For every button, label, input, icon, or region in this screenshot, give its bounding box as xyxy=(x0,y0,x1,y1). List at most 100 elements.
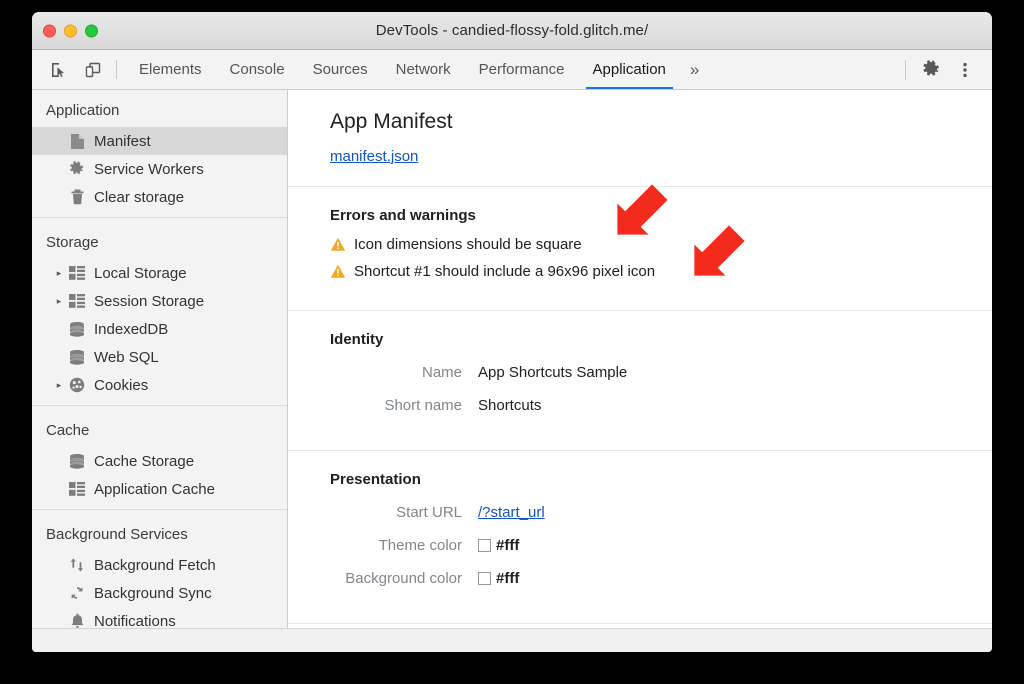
sidebar-item-application-cache[interactable]: ▸ Application Cache xyxy=(32,475,287,503)
sidebar-item-manifest[interactable]: ▸ Manifest xyxy=(32,127,287,155)
sidebar-group-header: Cache xyxy=(32,414,287,447)
sidebar-group-application: Application ▸ Manifest ▸ Service Workers xyxy=(32,94,287,217)
chevron-right-icon[interactable]: ▸ xyxy=(52,296,66,307)
trash-icon xyxy=(66,189,88,205)
chevron-right-icon[interactable]: ▸ xyxy=(52,268,66,279)
field-label: Short name xyxy=(330,397,478,414)
tab-label: Elements xyxy=(139,61,202,78)
tab-performance[interactable]: Performance xyxy=(465,50,579,89)
field-theme-color: Theme color #fff xyxy=(330,537,992,554)
sidebar-item-cache-storage[interactable]: ▸ Cache Storage xyxy=(32,447,287,475)
table-icon xyxy=(66,482,88,496)
sidebar-group-header: Application xyxy=(32,94,287,127)
sidebar-group-storage: Storage ▸ Local Storage ▸ Session Storag… xyxy=(32,217,287,405)
sidebar-group-header: Background Services xyxy=(32,518,287,551)
warning-text: Icon dimensions should be square xyxy=(354,236,582,253)
warning-triangle-icon xyxy=(330,264,346,279)
window-title: DevTools - candied-flossy-fold.glitch.me… xyxy=(32,22,992,39)
sidebar-item-clear-storage[interactable]: ▸ Clear storage xyxy=(32,183,287,211)
sidebar-item-cookies[interactable]: ▸ Cookies xyxy=(32,371,287,399)
database-icon xyxy=(66,322,88,337)
sidebar-item-label: Background Sync xyxy=(94,585,212,602)
devtools-window: DevTools - candied-flossy-fold.glitch.me… xyxy=(32,12,992,652)
field-value: #fff xyxy=(478,537,519,554)
sidebar-item-label: Web SQL xyxy=(94,349,159,366)
manifest-json-link[interactable]: manifest.json xyxy=(330,148,418,165)
start-url-link[interactable]: /?start_url xyxy=(478,504,545,521)
tab-sources[interactable]: Sources xyxy=(299,50,382,89)
field-label: Theme color xyxy=(330,537,478,554)
sidebar-item-label: Clear storage xyxy=(94,189,184,206)
tab-label: Network xyxy=(396,61,451,78)
tab-application[interactable]: Application xyxy=(579,50,680,89)
devtools-body: Application ▸ Manifest ▸ Service Workers xyxy=(32,90,992,628)
warning-text: Shortcut #1 should include a 96x96 pixel… xyxy=(354,263,655,280)
sidebar-item-web-sql[interactable]: ▸ Web SQL xyxy=(32,343,287,371)
sidebar-group-background-services: Background Services ▸ Background Fetch ▸… xyxy=(32,509,287,628)
toolbar-divider xyxy=(116,60,117,79)
table-icon xyxy=(66,294,88,308)
updown-arrows-icon xyxy=(66,557,88,573)
field-background-color: Background color #fff xyxy=(330,570,992,587)
database-icon xyxy=(66,454,88,469)
sidebar-item-label: Notifications xyxy=(94,613,176,629)
sidebar-group-header: Storage xyxy=(32,226,287,259)
field-value: App Shortcuts Sample xyxy=(478,364,627,381)
window-titlebar: DevTools - candied-flossy-fold.glitch.me… xyxy=(32,12,992,50)
sidebar-item-notifications[interactable]: ▸ Notifications xyxy=(32,607,287,628)
tab-console[interactable]: Console xyxy=(216,50,299,89)
cookie-icon xyxy=(66,377,88,393)
inspect-element-icon[interactable] xyxy=(42,50,76,89)
document-icon xyxy=(66,133,88,150)
device-toolbar-icon[interactable] xyxy=(76,50,110,89)
section-title: Presentation xyxy=(330,471,992,488)
sidebar-group-cache: Cache ▸ Cache Storage ▸ Application Cach… xyxy=(32,405,287,509)
field-label: Start URL xyxy=(330,504,478,521)
sidebar-item-label: Cookies xyxy=(94,377,148,394)
field-value: #fff xyxy=(478,570,519,587)
minimize-button[interactable] xyxy=(64,24,77,37)
table-icon xyxy=(66,266,88,280)
warning-row: Icon dimensions should be square xyxy=(330,236,992,253)
window-footer xyxy=(32,628,992,652)
gear-icon[interactable] xyxy=(914,60,948,79)
sidebar-item-label: Service Workers xyxy=(94,161,204,178)
sidebar-item-label: Session Storage xyxy=(94,293,204,310)
chevron-right-icon[interactable]: ▸ xyxy=(52,380,66,391)
close-button[interactable] xyxy=(43,24,56,37)
devtools-tab-list: Elements Console Sources Network Perform… xyxy=(125,50,709,89)
toolbar-divider-right xyxy=(905,60,906,80)
sidebar-item-local-storage[interactable]: ▸ Local Storage xyxy=(32,259,287,287)
sidebar-item-indexeddb[interactable]: ▸ IndexedDB xyxy=(32,315,287,343)
app-manifest-panel: App Manifest manifest.json Errors and wa… xyxy=(288,90,992,628)
sync-icon xyxy=(66,585,88,601)
tab-label: Sources xyxy=(313,61,368,78)
sidebar-item-service-workers[interactable]: ▸ Service Workers xyxy=(32,155,287,183)
more-vertical-icon[interactable] xyxy=(948,61,982,79)
application-sidebar[interactable]: Application ▸ Manifest ▸ Service Workers xyxy=(32,90,288,628)
gear-icon xyxy=(66,161,88,177)
presentation-section: Presentation Start URL /?start_url Theme… xyxy=(288,451,992,624)
color-swatch[interactable] xyxy=(478,572,491,585)
sidebar-item-background-sync[interactable]: ▸ Background Sync xyxy=(32,579,287,607)
zoom-button[interactable] xyxy=(85,24,98,37)
color-swatch[interactable] xyxy=(478,539,491,552)
tab-overflow-icon[interactable]: » xyxy=(680,50,709,89)
database-icon xyxy=(66,350,88,365)
tab-elements[interactable]: Elements xyxy=(125,50,216,89)
color-value: #fff xyxy=(496,570,519,587)
tab-label: Performance xyxy=(479,61,565,78)
manifest-header-section: App Manifest manifest.json xyxy=(288,90,992,187)
sidebar-item-background-fetch[interactable]: ▸ Background Fetch xyxy=(32,551,287,579)
section-title: Identity xyxy=(330,331,992,348)
color-value: #fff xyxy=(496,537,519,554)
sidebar-item-label: Local Storage xyxy=(94,265,187,282)
tab-network[interactable]: Network xyxy=(382,50,465,89)
sidebar-item-session-storage[interactable]: ▸ Session Storage xyxy=(32,287,287,315)
page-title: App Manifest xyxy=(330,110,992,134)
devtools-toolbar: Elements Console Sources Network Perform… xyxy=(32,50,992,90)
tab-label: Application xyxy=(593,61,666,78)
bell-icon xyxy=(66,613,88,628)
field-start-url: Start URL /?start_url xyxy=(330,504,992,521)
field-label: Background color xyxy=(330,570,478,587)
